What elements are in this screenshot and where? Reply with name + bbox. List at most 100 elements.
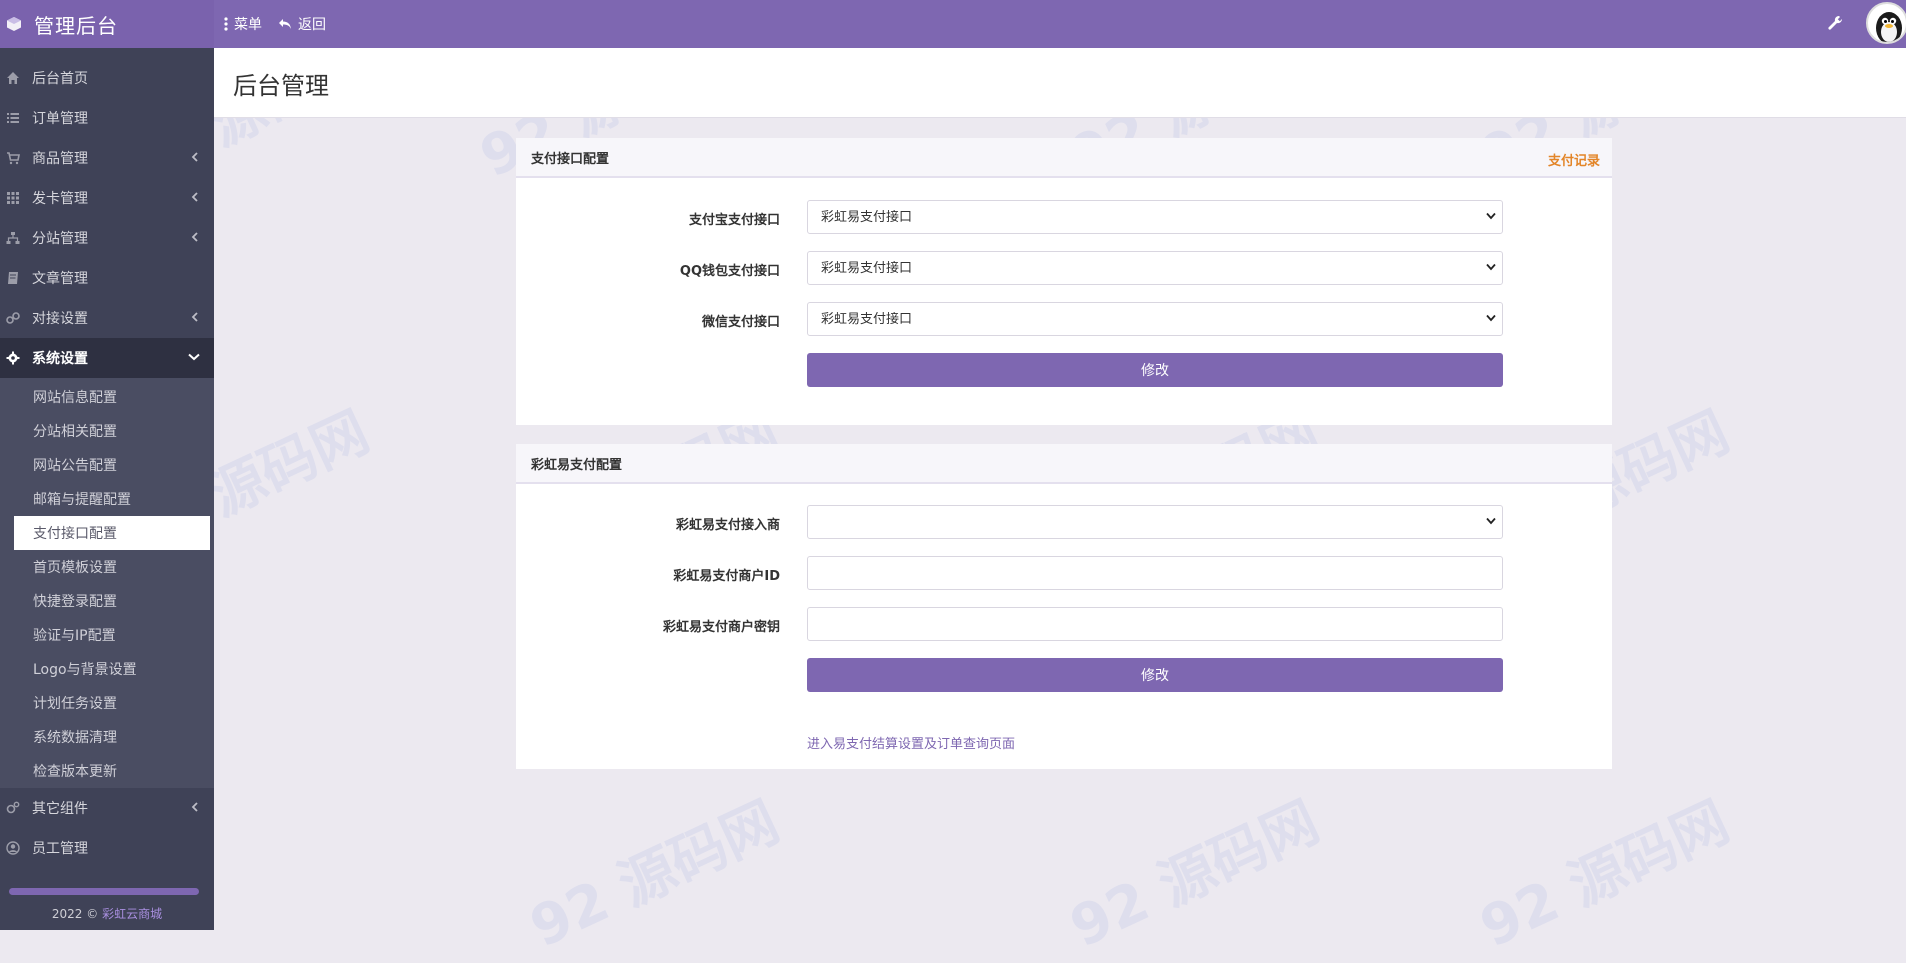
chevron-left-icon [191,152,198,162]
sidebar-item-label: 对接设置 [32,311,88,327]
payment-records-link[interactable]: 支付记录 [1548,150,1600,169]
sub-item-check-update[interactable]: 检查版本更新 [14,754,210,788]
save-payment-button[interactable]: 修改 [807,353,1503,387]
chevron-left-icon [191,232,198,242]
sidebar-item-cards[interactable]: 发卡管理 [0,178,214,218]
watermark: 92 源码网 [520,789,789,961]
sidebar-item-system-settings[interactable]: 系统设置 [0,338,214,378]
sub-item-data-cleanup[interactable]: 系统数据清理 [14,720,210,754]
back-button[interactable]: 返回 [278,14,326,34]
chevron-left-icon [191,312,198,322]
sub-item-notice-config[interactable]: 网站公告配置 [14,448,210,482]
wxpay-select[interactable]: 彩虹易支付接口 [807,302,1503,336]
sitemap-icon [6,232,20,244]
avatar[interactable] [1866,2,1906,44]
wrench-icon[interactable] [1826,14,1844,32]
wxpay-label: 微信支付接口 [701,315,780,330]
chevron-down-icon [188,353,200,361]
cube-icon [7,17,21,31]
sidebar-item-label: 分站管理 [32,231,88,247]
list-icon [7,113,19,123]
gears-icon [6,801,20,814]
user-circle-icon [6,841,20,855]
epay-config-panel: 彩虹易支付配置 彩虹易支付接入商 彩虹易支付商户ID 彩虹易支付商户密钥 修改 … [516,444,1612,769]
cart-icon [7,152,20,165]
sub-item-substation-config[interactable]: 分站相关配置 [14,414,210,448]
epay-provider-select[interactable] [807,505,1503,539]
alipay-select[interactable]: 彩虹易支付接口 [807,200,1503,234]
reply-arrow-icon [279,19,291,29]
menu-button[interactable]: 菜单 [224,14,262,34]
epay-provider-row: 彩虹易支付接入商 [516,505,1612,541]
chevron-left-icon [191,802,198,812]
sidebar-item-home[interactable]: 后台首页 [0,58,214,98]
top-menu: 菜单 返回 [224,0,342,48]
epay-merchant-key-input[interactable] [807,607,1503,641]
sidebar-item-label: 文章管理 [32,271,88,287]
qqpay-label: QQ钱包支付接口 [679,264,780,279]
epay-merchant-key-row: 彩虹易支付商户密钥 [516,607,1612,643]
menu-button-label: 菜单 [234,17,262,33]
sub-item-site-info[interactable]: 网站信息配置 [14,380,210,414]
epay-merchant-id-input[interactable] [807,556,1503,590]
brand[interactable]: 管理后台 [0,0,214,48]
watermark: 92 源码网 [1470,789,1739,961]
sidebar-item-label: 商品管理 [32,151,88,167]
sidebar-item-label: 后台首页 [32,71,88,87]
sub-item-cron-tasks[interactable]: 计划任务设置 [14,686,210,720]
save-epay-button[interactable]: 修改 [807,658,1503,692]
sidebar-item-label: 系统设置 [32,351,88,367]
alipay-row: 支付宝支付接口 彩虹易支付接口 [516,200,1612,236]
brand-title: 管理后台 [34,13,118,38]
payment-config-panel: 支付接口配置 支付记录 支付宝支付接口 彩虹易支付接口 QQ钱包支付接口 彩虹易… [516,138,1612,425]
sidebar-item-label: 员工管理 [32,841,88,857]
wxpay-row: 微信支付接口 彩虹易支付接口 [516,302,1612,338]
alipay-label: 支付宝支付接口 [688,213,780,228]
footer-link[interactable]: 彩虹云商城 [102,907,162,921]
sidebar-item-articles[interactable]: 文章管理 [0,258,214,298]
sub-item-quick-login[interactable]: 快捷登录配置 [14,584,210,618]
epay-provider-label: 彩虹易支付接入商 [675,518,780,533]
sidebar-item-label: 订单管理 [32,111,88,127]
sidebar-item-label: 发卡管理 [32,191,88,207]
sidebar-item-staff[interactable]: 员工管理 [0,828,214,868]
sidebar: 后台首页 订单管理 商品管理 发卡管理 分站管理 文章管理 对接设置 系统设置 … [0,48,214,930]
sidebar-footer: 2022 © 彩虹云商城 [0,905,214,922]
sub-item-verify-ip[interactable]: 验证与IP配置 [14,618,210,652]
grid-icon [7,192,19,204]
qqpay-select[interactable]: 彩虹易支付接口 [807,251,1503,285]
sidebar-item-docking[interactable]: 对接设置 [0,298,214,338]
sidebar-item-goods[interactable]: 商品管理 [0,138,214,178]
watermark: 92 源码网 [1060,789,1329,961]
epay-merchant-key-label: 彩虹易支付商户密钥 [662,620,780,635]
sub-item-template-settings[interactable]: 首页模板设置 [14,550,210,584]
home-icon [7,72,19,84]
back-button-label: 返回 [298,17,326,33]
penguin-avatar-icon [1876,12,1902,42]
page-header: 后台管理 [214,48,1906,118]
sidebar-item-substations[interactable]: 分站管理 [0,218,214,258]
link-icon [6,312,20,324]
chevron-left-icon [191,192,198,202]
sidebar-item-orders[interactable]: 订单管理 [0,98,214,138]
system-settings-submenu: 网站信息配置 分站相关配置 网站公告配置 邮箱与提醒配置 支付接口配置 首页模板… [0,378,214,788]
sidebar-progress-bar [9,888,199,895]
sub-item-payment-config[interactable]: 支付接口配置 [14,516,210,550]
panel-title: 支付接口配置 [531,151,610,167]
sub-item-logo-background[interactable]: Logo与背景设置 [14,652,210,686]
epay-settlement-link[interactable]: 进入易支付结算设置及订单查询页面 [807,733,1015,752]
gear-icon [6,351,20,365]
sidebar-item-label: 其它组件 [32,801,88,817]
vertical-ellipsis-icon [224,17,228,31]
footer-copyright: 2022 © [51,907,99,921]
epay-merchant-id-row: 彩虹易支付商户ID [516,556,1612,592]
sub-item-mail-config[interactable]: 邮箱与提醒配置 [14,482,210,516]
sidebar-item-other-components[interactable]: 其它组件 [0,788,214,828]
panel-header: 彩虹易支付配置 [516,444,1612,484]
panel-header: 支付接口配置 支付记录 [516,138,1612,178]
epay-merchant-id-label: 彩虹易支付商户ID [673,569,780,584]
book-icon [8,272,18,284]
panel-title: 彩虹易支付配置 [531,457,623,473]
qqpay-row: QQ钱包支付接口 彩虹易支付接口 [516,251,1612,287]
top-bar: 管理后台 菜单 返回 [0,0,1906,48]
